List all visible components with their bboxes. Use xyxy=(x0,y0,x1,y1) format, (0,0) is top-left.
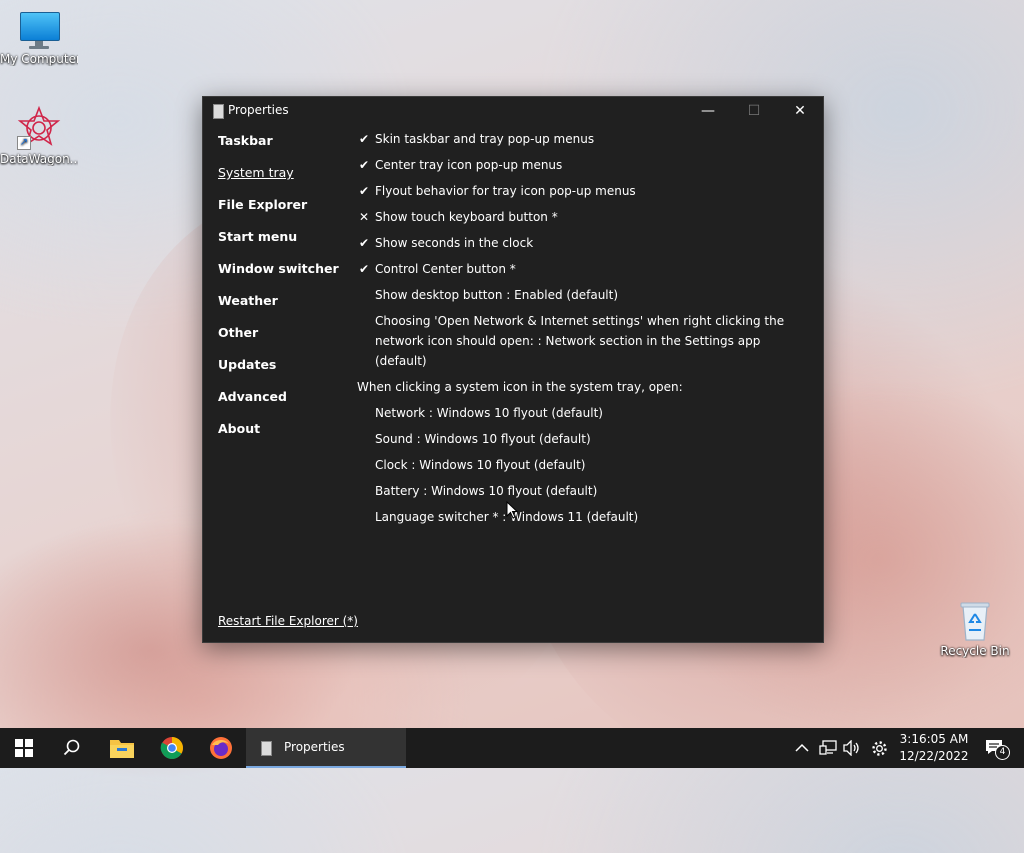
checkmark-icon: ✔ xyxy=(359,158,370,172)
computer-icon xyxy=(19,10,60,50)
taskbar-app-label: Properties xyxy=(284,740,345,754)
firefox-taskbar-button[interactable] xyxy=(197,728,245,768)
gear-icon xyxy=(871,740,887,756)
nav-item-system-tray[interactable]: System tray xyxy=(218,165,339,197)
setting-label: Show desktop button : Enabled (default) xyxy=(375,288,619,302)
desktop-icon-label: DataWagon... xyxy=(0,152,78,166)
tray-option-clock[interactable]: Clock : Windows 10 flyout (default) xyxy=(357,455,807,475)
settings-list: ✔ Skin taskbar and tray pop-up menus ✔ C… xyxy=(357,129,807,533)
setting-label: Show seconds in the clock xyxy=(375,236,534,250)
checkmark-icon: ✔ xyxy=(359,132,370,146)
setting-show-desktop-button[interactable]: Show desktop button : Enabled (default) xyxy=(357,285,807,305)
setting-label: Show touch keyboard button * xyxy=(375,210,558,224)
checkmark-icon: ✔ xyxy=(359,262,370,276)
nav-item-other[interactable]: Other xyxy=(218,325,339,357)
tray-click-heading: When clicking a system icon in the syste… xyxy=(357,380,683,394)
start-button[interactable] xyxy=(0,728,48,768)
desktop-icon-recycle-bin[interactable]: Recycle Bin xyxy=(936,600,1014,658)
nav-item-taskbar[interactable]: Taskbar xyxy=(218,133,339,165)
chevron-up-icon xyxy=(795,743,809,752)
speaker-icon xyxy=(843,740,859,756)
firefox-icon xyxy=(210,737,232,759)
setting-control-center-button[interactable]: ✔ Control Center button * xyxy=(357,259,807,279)
desktop-icon-label: Recycle Bin xyxy=(940,644,1010,658)
properties-app-icon xyxy=(261,741,272,756)
desktop-icon-label: My Computer xyxy=(0,52,78,66)
nav-item-file-explorer[interactable]: File Explorer xyxy=(218,197,339,229)
nav-item-weather[interactable]: Weather xyxy=(218,293,339,325)
properties-app-icon xyxy=(213,104,224,119)
maximize-button[interactable]: ☐ xyxy=(731,97,777,125)
restart-file-explorer-link[interactable]: Restart File Explorer (*) xyxy=(218,614,358,628)
network-tray-button[interactable] xyxy=(815,728,841,768)
close-button[interactable]: ✕ xyxy=(777,97,823,125)
tray-option-battery[interactable]: Battery : Windows 10 flyout (default) xyxy=(357,481,807,501)
window-title: Properties xyxy=(228,103,289,117)
checkmark-icon: ✔ xyxy=(359,184,370,198)
properties-window: Properties — ☐ ✕ Taskbar System tray Fil… xyxy=(202,96,824,643)
taskbar: Properties 3:16:05 AM 12/22/2022 4 xyxy=(0,728,1024,768)
tray-option-network[interactable]: Network : Windows 10 flyout (default) xyxy=(357,403,807,423)
folder-icon xyxy=(110,740,134,758)
search-icon xyxy=(63,739,80,756)
taskbar-clock[interactable]: 3:16:05 AM 12/22/2022 xyxy=(896,731,972,765)
cross-icon: ✕ xyxy=(359,210,370,224)
setting-label: Flyout behavior for tray icon pop-up men… xyxy=(375,184,636,198)
setting-touch-keyboard-button[interactable]: ✕ Show touch keyboard button * xyxy=(357,207,807,227)
nav-item-start-menu[interactable]: Start menu xyxy=(218,229,339,261)
recycle-bin-icon xyxy=(957,600,993,642)
notification-center-button[interactable]: 4 xyxy=(978,728,1012,768)
mouse-cursor-icon xyxy=(506,501,518,519)
network-icon xyxy=(819,740,837,755)
chrome-taskbar-button[interactable] xyxy=(148,728,196,768)
setting-label: Choosing 'Open Network & Internet settin… xyxy=(375,314,785,368)
show-hidden-icons-button[interactable] xyxy=(790,728,814,768)
windows-logo-icon xyxy=(15,739,33,757)
nav-item-window-switcher[interactable]: Window switcher xyxy=(218,261,339,293)
search-button[interactable] xyxy=(48,728,96,768)
minimize-button[interactable]: — xyxy=(685,97,731,125)
checkmark-icon: ✔ xyxy=(359,236,370,250)
clock-date: 12/22/2022 xyxy=(899,749,969,763)
nav-item-updates[interactable]: Updates xyxy=(218,357,339,389)
file-explorer-taskbar-button[interactable] xyxy=(98,728,146,768)
setting-label: Skin taskbar and tray pop-up menus xyxy=(375,132,595,146)
shortcut-arrow-icon: ↗ xyxy=(17,136,31,150)
properties-taskbar-button[interactable]: Properties xyxy=(246,728,406,768)
setting-label: Control Center button * xyxy=(375,262,516,276)
sidebar-nav: Taskbar System tray File Explorer Start … xyxy=(218,133,339,453)
title-bar[interactable]: Properties — ☐ ✕ xyxy=(203,97,823,125)
setting-network-settings-target[interactable]: Choosing 'Open Network & Internet settin… xyxy=(357,311,807,371)
settings-tray-button[interactable] xyxy=(866,728,892,768)
setting-flyout-behavior[interactable]: ✔ Flyout behavior for tray icon pop-up m… xyxy=(357,181,807,201)
clock-time: 3:16:05 AM xyxy=(899,732,969,746)
nav-item-about[interactable]: About xyxy=(218,421,339,453)
notification-count-badge: 4 xyxy=(995,745,1010,760)
volume-tray-button[interactable] xyxy=(840,728,864,768)
chrome-icon xyxy=(160,737,183,759)
setting-show-seconds[interactable]: ✔ Show seconds in the clock xyxy=(357,233,807,253)
setting-skin-taskbar-menus[interactable]: ✔ Skin taskbar and tray pop-up menus xyxy=(357,129,807,149)
tray-option-language-switcher[interactable]: Language switcher * : Windows 11 (defaul… xyxy=(357,507,807,527)
nav-item-advanced[interactable]: Advanced xyxy=(218,389,339,421)
setting-label: Center tray icon pop-up menus xyxy=(375,158,563,172)
desktop-icon-datawagon[interactable]: ↗ DataWagon... xyxy=(0,105,78,166)
tray-option-sound[interactable]: Sound : Windows 10 flyout (default) xyxy=(357,429,807,449)
desktop-icon-my-computer[interactable]: My Computer xyxy=(0,10,78,66)
datawagon-icon: ↗ xyxy=(17,105,61,150)
setting-center-tray-menus[interactable]: ✔ Center tray icon pop-up menus xyxy=(357,155,807,175)
